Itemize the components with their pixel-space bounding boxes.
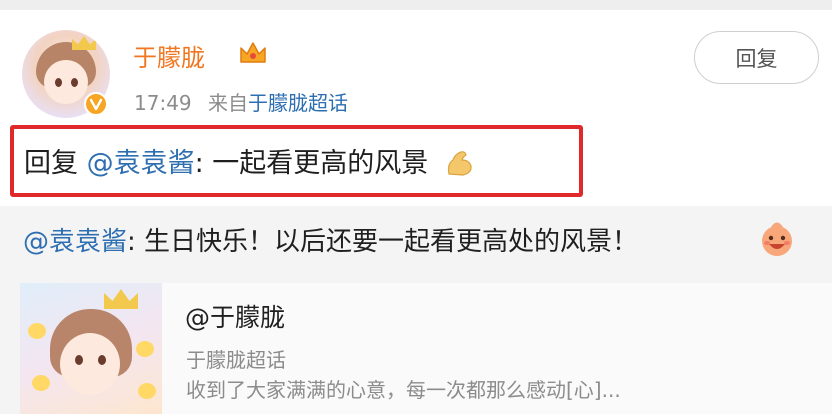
quoted-body: : 生日快乐！以后还要一起看更高处的风景！ bbox=[127, 227, 639, 257]
username[interactable]: 于朦胧 bbox=[133, 38, 205, 73]
card-subtitle: 于朦胧超话 bbox=[186, 348, 286, 372]
post-meta: 17:49 来自于朦胧超话 bbox=[134, 87, 348, 116]
reply-prefix: 回复 bbox=[24, 148, 78, 179]
reply-button[interactable]: 回复 bbox=[694, 31, 819, 84]
reply-mention[interactable]: @袁袁酱 bbox=[87, 148, 195, 179]
card-description: 收到了大家满满的心意，每一次都那么感动[心]... bbox=[186, 378, 621, 402]
quoted-mention[interactable]: @袁袁酱 bbox=[23, 227, 127, 257]
verified-badge-icon bbox=[84, 92, 108, 116]
smile-emoji-icon bbox=[762, 222, 792, 256]
top-divider bbox=[0, 0, 832, 10]
flexed-arm-emoji-icon bbox=[447, 151, 472, 176]
card-thumbnail bbox=[20, 283, 162, 414]
reply-body: : 一起看更高的风景 bbox=[194, 148, 429, 179]
source-prefix: 来自 bbox=[208, 91, 248, 115]
quoted-text: @袁袁酱: 生日快乐！以后还要一起看更高处的风景！ bbox=[23, 221, 638, 258]
post-time: 17:49 bbox=[134, 91, 192, 115]
source-link[interactable]: 于朦胧超话 bbox=[248, 91, 348, 115]
crown-icon bbox=[240, 42, 266, 63]
reply-text: 回复 @袁袁酱: 一起看更高的风景 bbox=[24, 141, 475, 180]
card-title: @于朦胧 bbox=[185, 303, 286, 332]
